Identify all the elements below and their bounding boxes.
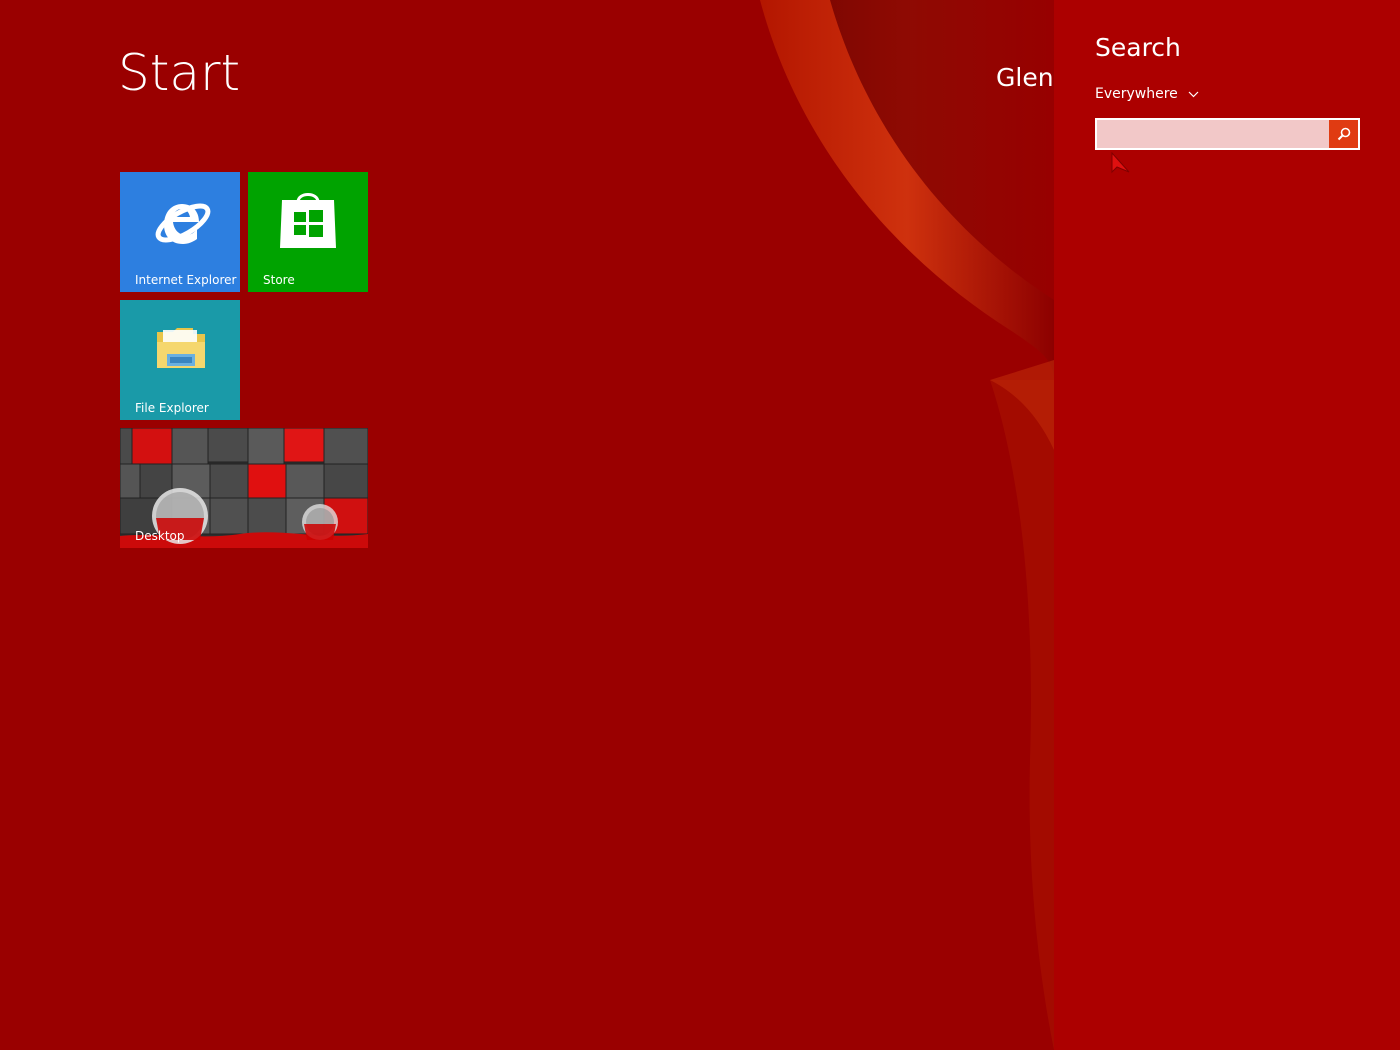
tile-label: Desktop: [135, 529, 185, 543]
start-title: Start: [118, 44, 241, 102]
store-icon: [280, 193, 336, 248]
search-icon: [1337, 127, 1350, 141]
search-title: Search: [1095, 33, 1181, 62]
start-screen: Start Glenn Internet Explorer Store File…: [0, 0, 1400, 1050]
file-explorer-icon: [157, 328, 205, 368]
tile-store[interactable]: Store: [248, 172, 368, 292]
search-charm-pane: Search Everywhere: [1054, 0, 1400, 1050]
tile-internet-explorer[interactable]: Internet Explorer: [120, 172, 240, 292]
tile-file-explorer[interactable]: File Explorer: [120, 300, 240, 420]
search-scope-dropdown[interactable]: Everywhere: [1095, 86, 1199, 102]
tile-desktop[interactable]: Desktop: [120, 428, 368, 548]
tile-label: File Explorer: [135, 401, 209, 415]
search-button[interactable]: [1329, 120, 1358, 148]
search-input[interactable]: [1097, 120, 1329, 148]
search-box: [1095, 118, 1360, 150]
mouse-cursor-icon: [1111, 152, 1130, 174]
tile-label: Store: [263, 273, 295, 287]
search-scope-label: Everywhere: [1095, 86, 1178, 102]
internet-explorer-icon: [155, 203, 211, 244]
chevron-down-icon: [1188, 91, 1199, 97]
tile-label: Internet Explorer: [135, 273, 237, 287]
